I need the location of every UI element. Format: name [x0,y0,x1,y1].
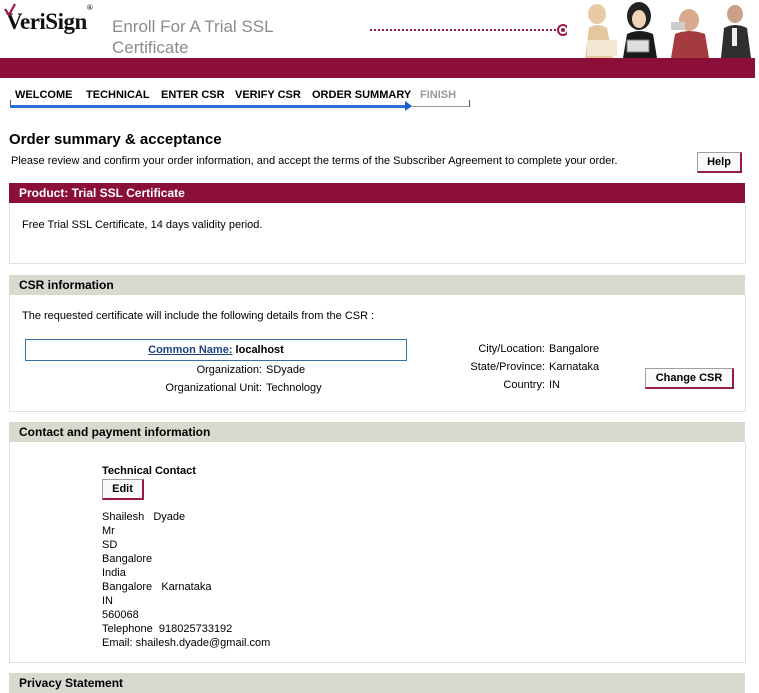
org-unit-value: Technology [266,382,322,394]
csr-intro: The requested certificate will include t… [22,310,375,322]
contact-line: Shailesh Dyade [102,511,186,523]
header-dotted-line [370,29,560,31]
logo-check-icon [4,3,16,17]
step-order-summary: ORDER SUMMARY [312,89,412,101]
step-finish: FINISH [420,89,457,101]
step-technical: TECHNICAL [86,89,150,101]
progress-remaining [412,106,470,107]
enroll-title-line1: Enroll For A Trial SSL [112,17,274,36]
common-name-link[interactable]: Common Name: [148,344,232,356]
enroll-title: Enroll For A Trial SSL Certificate [112,16,342,58]
state-label: State/Province: [470,361,545,373]
org-unit-label: Organizational Unit: [165,382,262,394]
progress-end-tick [469,100,470,107]
contact-details: Shailesh Dyade Mr SD Bangalore India Ban… [102,510,270,650]
change-csr-button[interactable]: Change CSR [645,368,734,389]
progress-bar [10,105,410,108]
contact-line: Bangalore Karnataka [102,581,212,593]
step-welcome: WELCOME [15,89,73,101]
organization-label: Organization: [196,364,262,376]
contact-line: Telephone 918025733192 [102,623,233,635]
privacy-section-header: Privacy Statement [9,673,745,693]
logo-registered-mark: ® [86,3,93,13]
product-section-header: Product: Trial SSL Certificate [9,183,745,203]
contact-line: India [102,567,126,579]
verisign-logo[interactable]: VeriSign® [4,3,93,35]
page-intro: Please review and confirm your order inf… [11,155,618,167]
csr-section-header: CSR information [9,275,745,295]
contact-line: IN [102,595,113,607]
country-label: Country: [503,379,545,391]
contact-line: Email: shailesh.dyade@gmail.com [102,637,271,649]
page-title: Order summary & acceptance [9,131,222,148]
contact-line: Mr [102,525,115,537]
csr-heading: CSR information [19,278,114,292]
common-name-box: Common Name: localhost [25,339,407,361]
help-button[interactable]: Help [697,152,742,173]
technical-contact-heading: Technical Contact [102,465,196,477]
header-people-image [567,0,759,58]
city-label: City/Location: [478,343,545,355]
privacy-heading: Privacy Statement [19,676,124,690]
logo-text: VeriSign [6,9,87,34]
step-enter-csr: ENTER CSR [161,89,225,101]
progress-arrow-icon [405,101,412,111]
contact-heading: Contact and payment information [19,425,211,439]
header-banner [0,58,755,78]
organization-value: SDyade [266,364,306,376]
city-value: Bangalore [549,343,600,355]
contact-line: SD [102,539,118,551]
product-description: Free Trial SSL Certificate, 14 days vali… [22,219,263,231]
contact-line: Bangalore [102,553,153,565]
contact-section-header: Contact and payment information [9,422,745,442]
country-value: IN [549,379,560,391]
product-heading: Product: Trial SSL Certificate [19,186,185,200]
state-value: Karnataka [549,361,600,373]
contact-line: 560068 [102,609,139,621]
product-section-body [9,203,746,264]
common-name-value: localhost [235,344,284,356]
edit-contact-button[interactable]: Edit [102,479,144,500]
step-verify-csr: VERIFY CSR [235,89,301,101]
enroll-title-line2: Certificate [112,38,189,57]
